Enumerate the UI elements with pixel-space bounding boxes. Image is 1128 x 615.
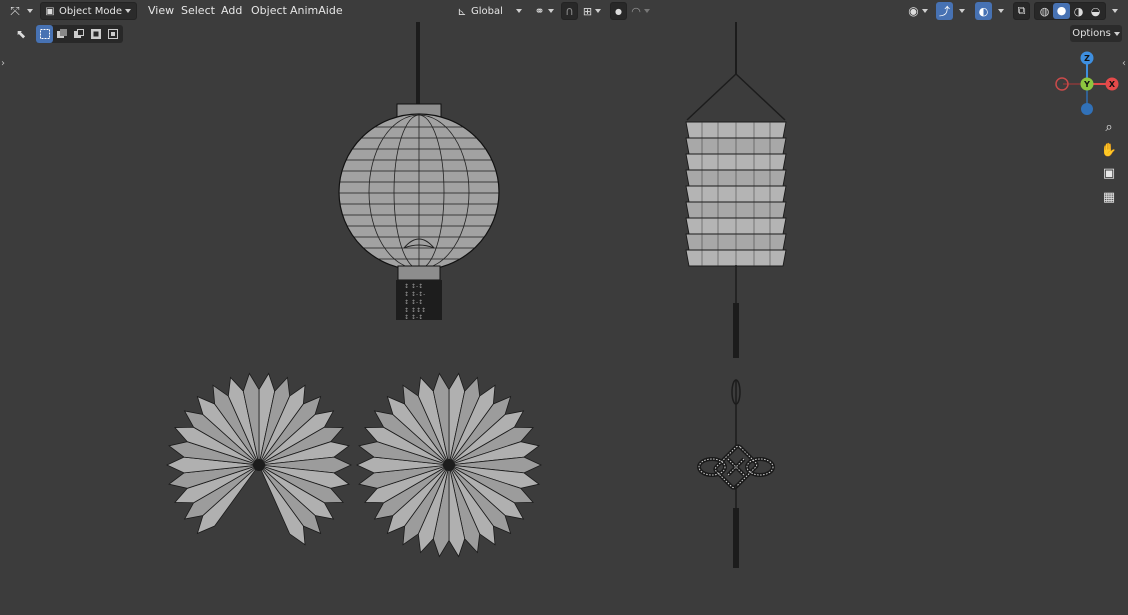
svg-text:↕ ↕-↕: ↕ ↕-↕ [404, 314, 423, 321]
cylinder-lantern[interactable] [685, 22, 787, 358]
svg-text:↕ ↕↕↕: ↕ ↕↕↕ [404, 307, 426, 314]
svg-text:↕ ↕-↕: ↕ ↕-↕ [404, 299, 423, 306]
round-lantern[interactable]: ↕ ↕-↕ ↕ ↕-↕- ↕ ↕-↕ ↕ ↕↕↕ ↕ ↕-↕ [338, 22, 500, 321]
paper-fan-right[interactable] [356, 372, 542, 558]
3d-viewport[interactable]: ⤧ ▣ Object Mode View Select Add Object A… [0, 0, 1128, 615]
svg-text:↕ ↕-↕: ↕ ↕-↕ [404, 283, 423, 290]
svg-text:↕ ↕-↕-: ↕ ↕-↕- [404, 291, 425, 298]
scene-canvas: ↕ ↕-↕ ↕ ↕-↕- ↕ ↕-↕ ↕ ↕↕↕ ↕ ↕-↕ [166, 22, 787, 568]
chinese-knot[interactable] [697, 379, 775, 568]
paper-fan-left[interactable] [166, 372, 352, 546]
